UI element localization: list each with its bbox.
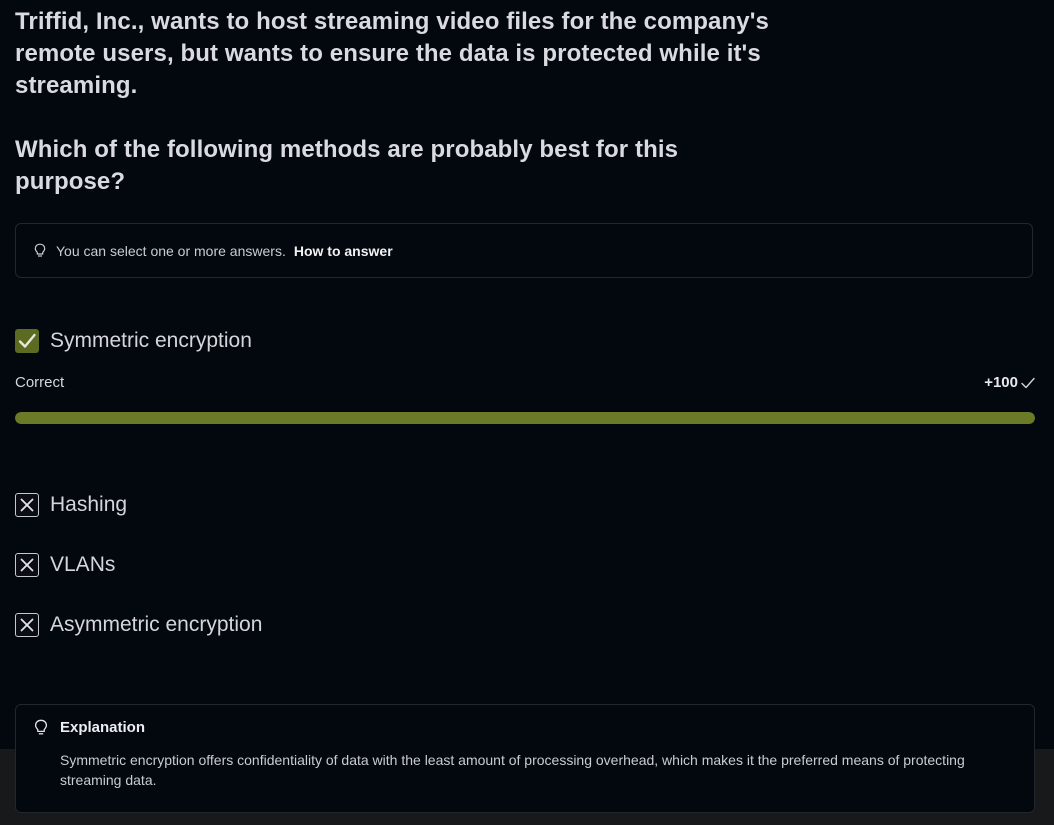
explanation-title: Explanation xyxy=(60,719,146,736)
answer-hint-box: You can select one or more answers. How … xyxy=(15,223,1033,278)
check-icon xyxy=(1021,377,1035,388)
quiz-page: Triffid, Inc., wants to host streaming v… xyxy=(0,0,1054,825)
question-scenario: Triffid, Inc., wants to host streaming v… xyxy=(15,8,769,99)
result-row: Correct +100 xyxy=(15,374,1035,391)
score-value: +100 xyxy=(984,374,1018,391)
question-prompt: Which of the following methods are proba… xyxy=(15,136,679,195)
score-badge: +100 xyxy=(984,374,1035,391)
result-status: Correct xyxy=(15,374,65,391)
lightbulb-icon xyxy=(34,243,48,259)
lightbulb-icon xyxy=(34,719,48,736)
checkbox-incorrect[interactable] xyxy=(15,493,39,517)
checkbox-incorrect[interactable] xyxy=(15,613,39,637)
score-progress-fill xyxy=(15,412,1035,424)
checkbox-incorrect[interactable] xyxy=(15,553,39,577)
close-icon xyxy=(20,618,34,632)
option-label: Asymmetric encryption xyxy=(50,613,263,636)
explanation-text: Symmetric encryption offers confidential… xyxy=(60,752,965,788)
score-progress-bar xyxy=(15,412,1035,424)
option-asymmetric-encryption[interactable]: Asymmetric encryption xyxy=(15,613,262,637)
explanation-header: Explanation xyxy=(34,719,145,736)
option-label: Hashing xyxy=(50,493,128,516)
close-icon xyxy=(20,558,34,572)
checkbox-checked[interactable] xyxy=(15,329,39,353)
option-label: VLANs xyxy=(50,553,116,576)
option-vlans[interactable]: VLANs xyxy=(15,553,115,577)
question-text: Triffid, Inc., wants to host streaming v… xyxy=(15,6,775,198)
option-symmetric-encryption[interactable]: Symmetric encryption xyxy=(15,329,252,353)
check-icon xyxy=(18,333,36,348)
option-hashing[interactable]: Hashing xyxy=(15,493,127,517)
hint-text: You can select one or more answers. xyxy=(56,242,286,259)
how-to-answer-link[interactable]: How to answer xyxy=(294,243,393,259)
explanation-box: Explanation Symmetric encryption offers … xyxy=(15,704,1035,813)
close-icon xyxy=(20,498,34,512)
option-label: Symmetric encryption xyxy=(50,329,252,352)
